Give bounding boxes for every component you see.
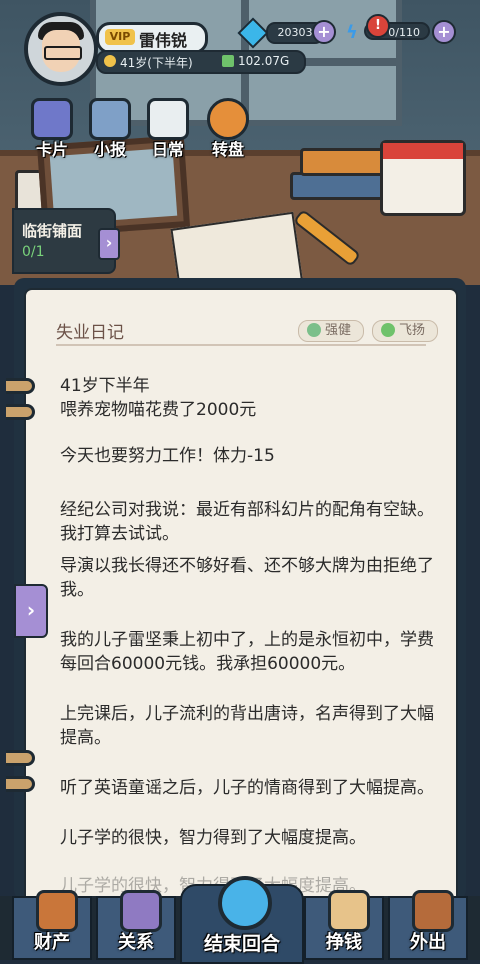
binder-ring xyxy=(6,404,35,420)
nav-earn[interactable]: 挣钱 xyxy=(304,890,384,960)
tag-label: 飞扬 xyxy=(399,323,426,338)
cards-icon xyxy=(31,98,73,140)
fist-money-icon xyxy=(328,890,370,932)
diary-page[interactable]: 失业日记 强健 飞扬 41岁下半年 喂养宠物喵花费了2000元 今天也要努力工作… xyxy=(24,288,458,904)
binder-ring xyxy=(6,776,35,792)
status-tag-elated[interactable]: 飞扬 xyxy=(372,320,438,342)
door-icon xyxy=(412,890,454,932)
wheel-icon xyxy=(207,98,249,140)
binder-ring xyxy=(6,750,35,766)
event-expand-button[interactable]: › xyxy=(98,228,120,260)
address-book-icon xyxy=(120,890,162,932)
clipboard-icon xyxy=(147,98,189,140)
diary-entry: 我的儿子雷坚秉上初中了，上的是永恒初中，学费每回合60000元钱。我承担6000… xyxy=(60,630,434,674)
diary-panel: 失业日记 强健 飞扬 41岁下半年 喂养宠物喵花费了2000元 今天也要努力工作… xyxy=(14,278,466,904)
quick-label: 转盘 xyxy=(211,140,244,159)
player-name: 雷伟锐 xyxy=(139,31,188,50)
nav-label: 财产 xyxy=(34,932,70,953)
clock-icon xyxy=(104,55,116,67)
quick-label: 小报 xyxy=(93,140,126,159)
status-tag-strong[interactable]: 强健 xyxy=(298,320,364,342)
storefront-event-card[interactable]: 临街铺面 0/1 › xyxy=(12,208,120,274)
diary-entry: 儿子学的很快，智力得到了大幅度提高。 xyxy=(60,828,366,848)
nav-label: 挣钱 xyxy=(326,932,362,953)
quick-wheel[interactable]: 转盘 xyxy=(200,98,256,159)
quick-label: 卡片 xyxy=(35,140,68,159)
alert-icon[interactable]: ! xyxy=(366,14,390,38)
player-stats: 41岁(下半年) 102.07G xyxy=(96,50,306,74)
house-icon xyxy=(36,890,78,932)
nav-label: 外出 xyxy=(410,932,446,953)
diary-side-arrow-button[interactable]: › xyxy=(14,584,48,638)
newspaper-icon xyxy=(89,98,131,140)
nav-go-out[interactable]: 外出 xyxy=(388,890,468,960)
pulse-icon xyxy=(307,322,321,337)
diary-content: 41岁下半年 喂养宠物喵花费了2000元 今天也要努力工作！体力-15 经纪公司… xyxy=(60,374,436,898)
nav-label: 关系 xyxy=(118,932,154,953)
player-cash: 102.07G xyxy=(238,54,290,68)
diary-entry: 喂养宠物喵花费了2000元 xyxy=(60,400,257,420)
quick-label: 日常 xyxy=(151,140,184,159)
diary-entry: 41岁下半年 xyxy=(60,376,150,396)
diary-entry: 听了英语童谣之后，儿子的情商得到了大幅提高。 xyxy=(60,778,434,798)
energy-bolt-icon: ϟ xyxy=(346,22,358,43)
event-title: 临街铺面 xyxy=(22,222,83,240)
avatar[interactable] xyxy=(24,12,98,86)
quick-daily[interactable]: 日常 xyxy=(140,98,196,159)
calendar-icon xyxy=(380,140,466,216)
nav-relations[interactable]: 关系 xyxy=(96,890,176,960)
player-age: 41岁(下半年) xyxy=(120,56,193,70)
heart-icon xyxy=(381,322,395,337)
binder-ring xyxy=(6,378,35,394)
vip-badge: VIP xyxy=(105,29,135,45)
diary-entry: 上完课后，儿子流利的背出唐诗，名声得到了大幅提高。 xyxy=(60,704,434,748)
add-energy-button[interactable]: + xyxy=(432,20,456,44)
tag-label: 强健 xyxy=(325,323,352,338)
calendar-top xyxy=(383,143,463,159)
end-turn-button[interactable]: 结束回合 xyxy=(180,876,304,964)
diary-entry: 经纪公司对我说：最近有部科幻片的配角有空缺。我打算去试试。 xyxy=(60,500,434,544)
avatar-glasses xyxy=(44,46,82,60)
diary-title: 失业日记 xyxy=(56,323,124,343)
alarm-clock-icon xyxy=(218,876,272,930)
end-turn-label: 结束回合 xyxy=(203,933,280,955)
nav-assets[interactable]: 财产 xyxy=(12,890,92,960)
add-gems-button[interactable]: + xyxy=(312,20,336,44)
diary-entry: 今天也要努力工作！体力-15 xyxy=(60,446,275,466)
title-divider xyxy=(56,344,426,346)
quick-cards[interactable]: 卡片 xyxy=(24,98,80,159)
cash-icon xyxy=(222,55,234,67)
diary-entry: 导演以我长得还不够好看、还不够大牌为由拒绝了我。 xyxy=(60,556,434,600)
quick-newspaper[interactable]: 小报 xyxy=(82,98,138,159)
event-progress: 0/1 xyxy=(22,244,45,260)
